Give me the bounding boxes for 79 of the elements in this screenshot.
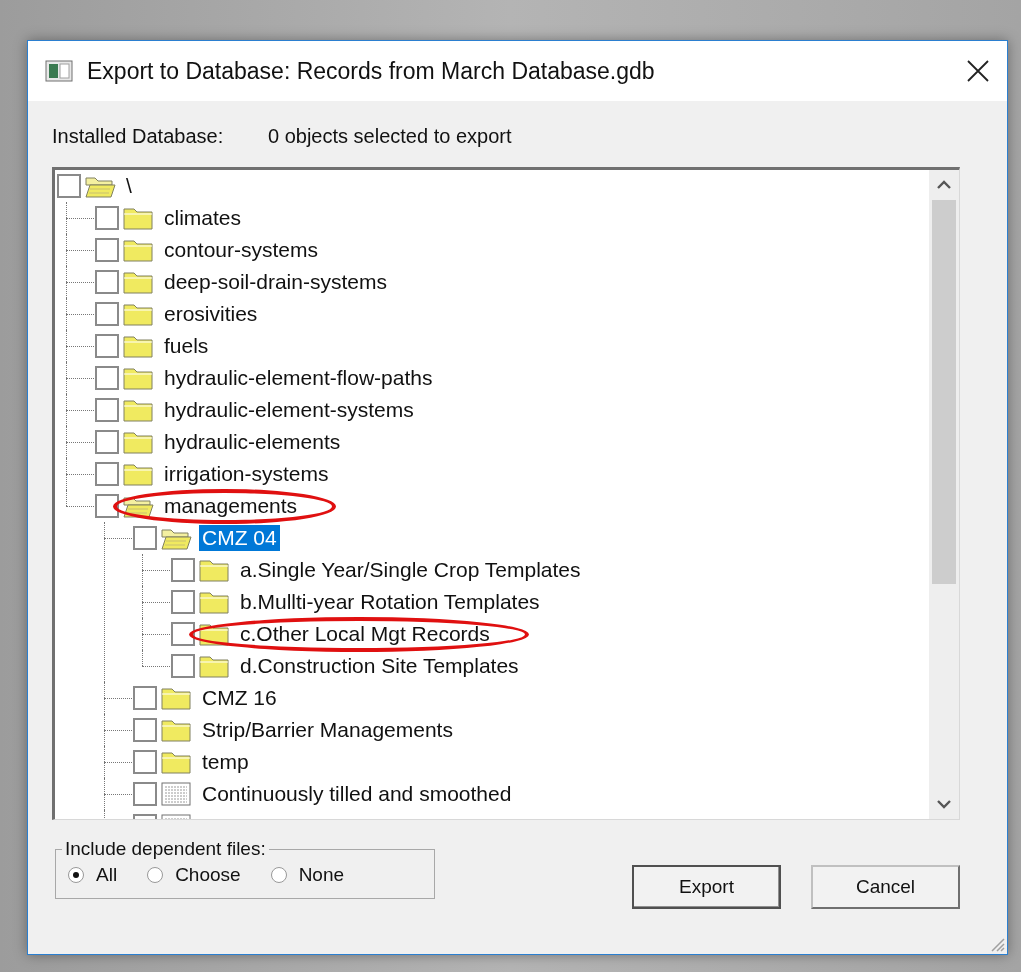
tree-item-label[interactable]: \ [123,173,135,199]
tree-item-label[interactable]: hydraulic-element-systems [161,397,417,423]
tree-item-label[interactable]: CMZ 04 [199,525,280,551]
tree-row[interactable]: climates [95,202,929,234]
checkbox[interactable] [95,334,119,358]
grid-icon [160,781,192,807]
app-icon [45,60,73,82]
checkbox[interactable] [171,590,195,614]
close-icon[interactable] [967,60,989,82]
tree-item-label[interactable]: Strip/Barrier Managements [199,717,456,743]
checkbox[interactable] [133,526,157,550]
dialog-button[interactable]: Cancel [811,865,960,909]
scrollbar[interactable] [929,170,959,819]
checkbox[interactable] [171,622,195,646]
tree-item-label[interactable]: temp [199,749,252,775]
tree-row[interactable]: contour-systems [95,234,929,266]
tree-row[interactable]: irrigation-systems [95,458,929,490]
tree-row[interactable]: temp [133,746,929,778]
checkbox[interactable] [95,398,119,422]
tree-row[interactable]: erosivities [95,298,929,330]
tree-item-label[interactable]: climates [161,205,245,231]
tree-row[interactable]: fuels [95,330,929,362]
checkbox[interactable] [171,654,195,678]
tree-item-label[interactable]: managements [161,493,301,519]
tree-item-label[interactable]: a.Single Year/Single Crop Templates [237,557,584,583]
tree-row[interactable]: Strip/Barrier Managements [133,714,929,746]
tree-item-label[interactable]: deep-soil-drain-systems [161,269,390,295]
radio-option[interactable]: None [270,864,345,886]
resize-grip-icon[interactable] [989,936,1005,952]
tree-row[interactable]: \ [57,170,929,202]
radio-button[interactable] [147,867,164,883]
scrollbar-thumb[interactable] [932,200,956,584]
checkbox[interactable] [95,366,119,390]
tree-row[interactable]: Continuously tilled and smoothed [133,778,929,810]
tree-item-label[interactable]: contour-systems [161,237,322,263]
checkbox[interactable] [95,430,119,454]
tree-row[interactable]: d.Construction Site Templates [171,650,929,682]
tree-row[interactable]: a.Single Year/Single Crop Templates [171,554,929,586]
tree-row[interactable]: hydraulic-elements [95,426,929,458]
checkbox[interactable] [95,462,119,486]
window-title: Export to Database: Records from March Database.gdb [87,57,656,85]
radio-option[interactable]: All [68,864,118,886]
database-label: Installed Database: [52,124,225,148]
tree-row[interactable]: CMZ 04 [133,522,929,554]
checkbox[interactable] [133,782,157,806]
scroll-up-icon[interactable] [936,180,952,190]
tree-row[interactable]: hydraulic-element-systems [95,394,929,426]
checkbox[interactable] [171,558,195,582]
checkbox[interactable] [133,686,157,710]
selection-status: 0 objects selected to export [268,124,512,148]
tree-item-label[interactable]: d.Construction Site Templates [237,653,522,679]
tree-item-label[interactable]: c.Other Local Mgt Records [237,621,493,647]
tree-item-label[interactable]: hydraulic-elements [161,429,344,455]
checkbox[interactable] [57,174,81,198]
checkbox[interactable] [133,718,157,742]
tree-row[interactable]: CMZ 16 [133,682,929,714]
scroll-down-icon[interactable] [936,799,952,809]
tree-row[interactable]: b.Mullti-year Rotation Templates [171,586,929,618]
tree-row[interactable]: deep-soil-drain-systems [95,266,929,298]
radio-button[interactable] [68,867,84,883]
tree-item-label[interactable]: CMZ 16 [199,685,280,711]
tree-item-label[interactable]: erosivities [161,301,261,327]
checkbox[interactable] [95,238,119,262]
checkbox[interactable] [95,270,119,294]
radio-button[interactable] [270,867,287,883]
tree-item-label[interactable]: b.Mullti-year Rotation Templates [237,589,543,615]
tree-row[interactable]: hydraulic-element-flow-paths [95,362,929,394]
dialog-button[interactable]: Export [632,865,781,909]
tree-item-label[interactable]: fuels [161,333,212,359]
tree-item-label[interactable]: Continuously tilled and smoothed [199,781,515,807]
tree-row[interactable]: c.Other Local Mgt Records [171,618,929,650]
checkbox[interactable] [95,302,119,326]
tree-item-label[interactable]: irrigation-systems [161,461,332,487]
checkbox[interactable] [133,750,157,774]
checkbox[interactable] [95,494,119,518]
tree-item-label[interactable]: hydraulic-element-flow-paths [161,365,436,391]
group-legend: Include dependent files: [62,838,269,860]
checkbox[interactable] [95,206,119,230]
radio-option[interactable]: Choose [147,864,241,886]
